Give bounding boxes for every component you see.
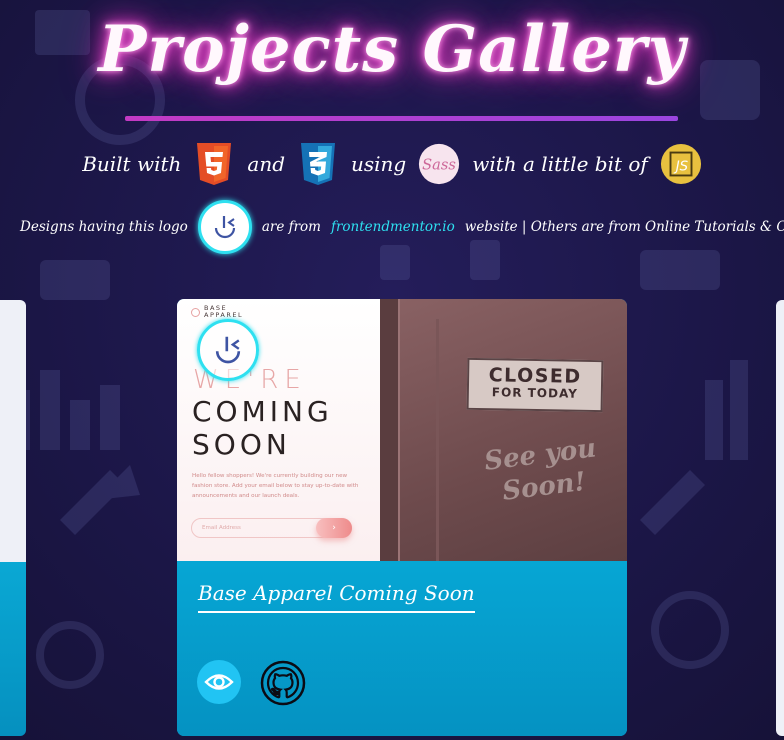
brand-logo: BASE APPAREL	[191, 305, 243, 319]
css3-icon	[297, 141, 339, 187]
next-project-card[interactable]	[776, 300, 784, 736]
closed-sign: CLOSED FOR TODAY	[466, 357, 604, 413]
coming-text: COMING	[192, 395, 333, 428]
preview-email-field: Email Address ›	[191, 518, 352, 538]
title-underline	[125, 116, 678, 121]
card-footer: Base Apparel Coming Soon	[177, 561, 627, 736]
preview-description: Hello fellow shoppers! We're currently b…	[192, 473, 359, 499]
svg-text:Sass: Sass	[422, 156, 456, 173]
svg-text:JS: JS	[673, 160, 689, 175]
built-with-text: Built with	[82, 152, 182, 176]
are-from-text: are from	[261, 219, 321, 235]
built-with-row: Built with and using Sass with a little …	[0, 140, 784, 188]
email-placeholder: Email Address	[202, 525, 241, 531]
using-text: using	[351, 152, 407, 176]
arrow-right-icon: ›	[316, 518, 352, 538]
project-card: BASE APPAREL WE'RE COMING SOON Hello fel…	[177, 299, 627, 736]
javascript-icon: JS	[660, 141, 702, 187]
project-title: Base Apparel Coming Soon	[198, 581, 475, 613]
designs-text: Designs having this logo	[20, 219, 188, 235]
brand-name: BASE APPAREL	[204, 304, 244, 319]
see-you-soon-text: See you Soon!	[482, 433, 598, 507]
frontendmentor-icon	[214, 216, 235, 239]
html5-icon	[193, 141, 235, 187]
with-a-little-bit-text: with a little bit of	[472, 152, 648, 176]
and-text: and	[247, 152, 285, 176]
frontendmentor-link[interactable]: frontendmentor.io	[331, 219, 455, 235]
page-title: Projects Gallery	[98, 12, 686, 87]
github-button[interactable]	[260, 660, 306, 710]
live-preview-button[interactable]	[197, 660, 241, 704]
frontendmentor-icon	[215, 336, 241, 364]
github-icon	[260, 660, 306, 706]
coming-soon-heading: COMING SOON	[192, 395, 333, 461]
frontendmentor-badge	[197, 319, 259, 381]
previous-project-card[interactable]	[0, 300, 26, 736]
others-text: website | Others are from Online Tutoria…	[464, 219, 784, 235]
frontendmentor-logo	[197, 200, 252, 254]
sass-icon: Sass	[418, 141, 460, 187]
project-preview-image: BASE APPAREL WE'RE COMING SOON Hello fel…	[177, 299, 627, 561]
info-row: Designs having this logo are from fronte…	[20, 198, 784, 256]
eye-icon	[204, 674, 234, 690]
projects-gallery-page: Projects Gallery Built with and using Sa…	[0, 0, 784, 740]
soon-text: SOON	[192, 428, 291, 461]
